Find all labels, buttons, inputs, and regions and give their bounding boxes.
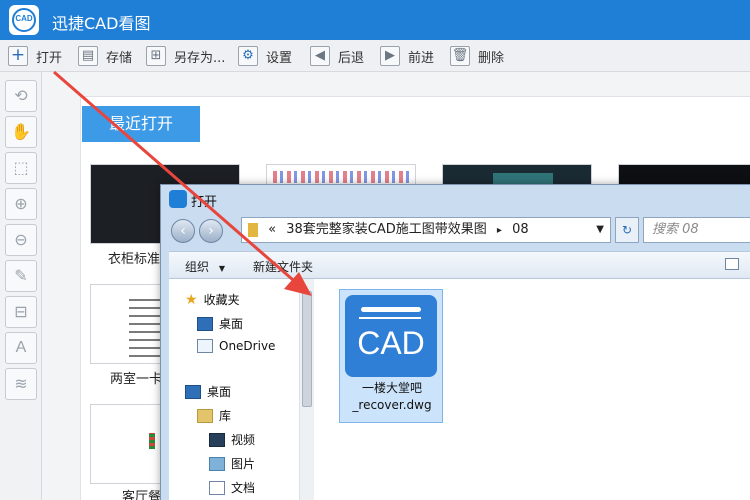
open-file-dialog: 打开 ‹ › « 38套完整家装CAD施工图带效果图 ▸ 08 ▼ ↻ 搜索 0… <box>160 184 750 500</box>
nav-pictures[interactable]: 图片 <box>209 455 255 472</box>
folder-icon <box>248 222 258 237</box>
nav-documents-label: 文档 <box>231 481 256 495</box>
nav-scrollbar[interactable] <box>299 279 314 500</box>
nav-favorites[interactable]: ★ 收藏夹 <box>185 291 240 308</box>
picture-icon <box>209 456 225 471</box>
open-label: 打开 <box>36 50 63 66</box>
organize-label: 组织 <box>185 260 210 274</box>
search-input[interactable]: 搜索 08 <box>643 217 750 243</box>
file-name-line1: 一楼大堂吧 <box>361 381 422 395</box>
open-button[interactable]: + 打开 <box>8 45 62 67</box>
zoom-back-icon[interactable]: ⟲ <box>5 80 37 112</box>
gear-icon: ⚙ <box>238 46 258 66</box>
app-logo-icon: CAD <box>9 5 39 35</box>
desktop-icon <box>197 316 213 331</box>
file-item-dwg[interactable]: CAD 一楼大堂吧 _recover.dwg <box>339 289 443 423</box>
app-logo-text: CAD <box>15 14 33 23</box>
dialog-forward-button[interactable]: › <box>199 219 223 243</box>
text-tool-icon[interactable]: A <box>5 332 37 364</box>
floppy-icon: ▤ <box>78 46 98 66</box>
measure-icon[interactable]: ⊟ <box>5 296 37 328</box>
address-folder[interactable]: 38套完整家装CAD施工图带效果图 <box>286 222 487 237</box>
dialog-command-bar: 组织 ▼ 新建文件夹 <box>169 251 750 279</box>
nav-desktop[interactable]: 桌面 <box>185 383 231 400</box>
left-toolbar: ⟲ ✋ ⬚ ⊕ ⊖ ✎ ⊟ A ≋ <box>0 72 42 500</box>
delete-label: 删除 <box>478 50 505 66</box>
recent-tab[interactable]: 最近打开 <box>82 106 200 142</box>
zoom-window-icon[interactable]: ⬚ <box>5 152 37 184</box>
nav-desktop-favorite[interactable]: 桌面 <box>197 315 243 332</box>
file-name-line2: _recover.dwg <box>352 398 432 412</box>
recent-label-3: 客厅餐 <box>122 490 162 500</box>
zoom-out-icon[interactable]: ⊖ <box>5 224 37 256</box>
delete-button[interactable]: 🗑 删除 <box>450 45 504 67</box>
pencil-icon <box>361 307 421 312</box>
forward-label: 前进 <box>408 50 435 66</box>
settings-button[interactable]: ⚙ 设置 <box>238 45 292 67</box>
address-bar[interactable]: « 38套完整家装CAD施工图带效果图 ▸ 08 ▼ <box>241 217 611 243</box>
refresh-icon[interactable]: ↻ <box>615 217 639 243</box>
forward-button[interactable]: ▶ 前进 <box>380 45 434 67</box>
organize-chevron-icon: ▼ <box>218 264 225 273</box>
address-separator: ▸ <box>496 225 502 236</box>
nav-videos-label: 视频 <box>231 433 256 447</box>
file-name: 一楼大堂吧 _recover.dwg <box>342 380 442 414</box>
address-prefix: « <box>268 222 277 237</box>
library-folder-icon <box>197 408 213 423</box>
address-subfolder[interactable]: 08 <box>512 222 529 237</box>
nav-onedrive-label: OneDrive <box>219 339 276 353</box>
nav-library[interactable]: 库 <box>197 407 231 424</box>
main-toolbar: + 打开 ▤ 存储 ⊞ 另存为... ⚙ 设置 ◀ 后退 ▶ 前进 🗑 删除 <box>0 40 750 72</box>
save-button[interactable]: ▤ 存储 <box>78 45 132 67</box>
back-arrow-icon: ◀ <box>310 46 330 66</box>
plus-icon: + <box>8 46 28 66</box>
nav-library-label: 库 <box>219 409 232 423</box>
video-icon <box>209 432 225 447</box>
navigation-pane: ★ 收藏夹 桌面 OneDrive 桌面 库 视频 图片 文档 <box>169 279 314 500</box>
view-icon[interactable] <box>725 258 739 270</box>
new-folder-button[interactable]: 新建文件夹 <box>253 258 313 275</box>
back-button[interactable]: ◀ 后退 <box>310 45 364 67</box>
dialog-title: 打开 <box>191 195 218 210</box>
organize-button[interactable]: 组织 ▼ <box>185 258 225 275</box>
cad-file-icon: CAD <box>345 295 437 377</box>
dialog-app-icon <box>169 190 187 208</box>
trash-icon: 🗑 <box>450 46 470 66</box>
save-as-icon: ⊞ <box>146 46 166 66</box>
settings-label: 设置 <box>266 50 293 66</box>
save-as-button[interactable]: ⊞ 另存为... <box>146 45 225 67</box>
nav-documents[interactable]: 文档 <box>209 479 255 496</box>
pan-hand-icon[interactable]: ✋ <box>5 116 37 148</box>
chevron-down-icon[interactable]: ▼ <box>596 218 604 242</box>
nav-onedrive[interactable]: OneDrive <box>197 339 275 353</box>
pen-icon[interactable]: ✎ <box>5 260 37 292</box>
back-label: 后退 <box>338 50 365 66</box>
layers-icon[interactable]: ≋ <box>5 368 37 400</box>
recent-label-1: 衣柜标准 <box>108 252 161 267</box>
cad-icon-text: CAD <box>357 325 425 361</box>
nav-favorites-label: 收藏夹 <box>203 293 240 307</box>
app-title: 迅捷CAD看图 <box>52 14 151 33</box>
dialog-back-button[interactable]: ‹ <box>171 219 195 243</box>
save-label: 存储 <box>106 50 133 66</box>
dialog-body: ★ 收藏夹 桌面 OneDrive 桌面 库 视频 图片 文档 CAD 一楼大堂… <box>169 279 750 500</box>
nav-desktop-label: 桌面 <box>207 385 232 399</box>
zoom-in-icon[interactable]: ⊕ <box>5 188 37 220</box>
document-icon <box>209 480 225 495</box>
onedrive-icon <box>197 339 213 353</box>
nav-pictures-label: 图片 <box>231 457 256 471</box>
app-titlebar: CAD 迅捷CAD看图 <box>0 0 750 40</box>
nav-videos[interactable]: 视频 <box>209 431 255 448</box>
save-as-label: 另存为... <box>174 50 226 66</box>
recent-label-2: 两室一卡 <box>110 372 163 387</box>
star-icon: ★ <box>185 291 198 308</box>
forward-arrow-icon: ▶ <box>380 46 400 66</box>
nav-scroll-thumb[interactable] <box>302 291 312 407</box>
nav-desktop-fav-label: 桌面 <box>219 317 244 331</box>
desktop-icon <box>185 384 201 399</box>
